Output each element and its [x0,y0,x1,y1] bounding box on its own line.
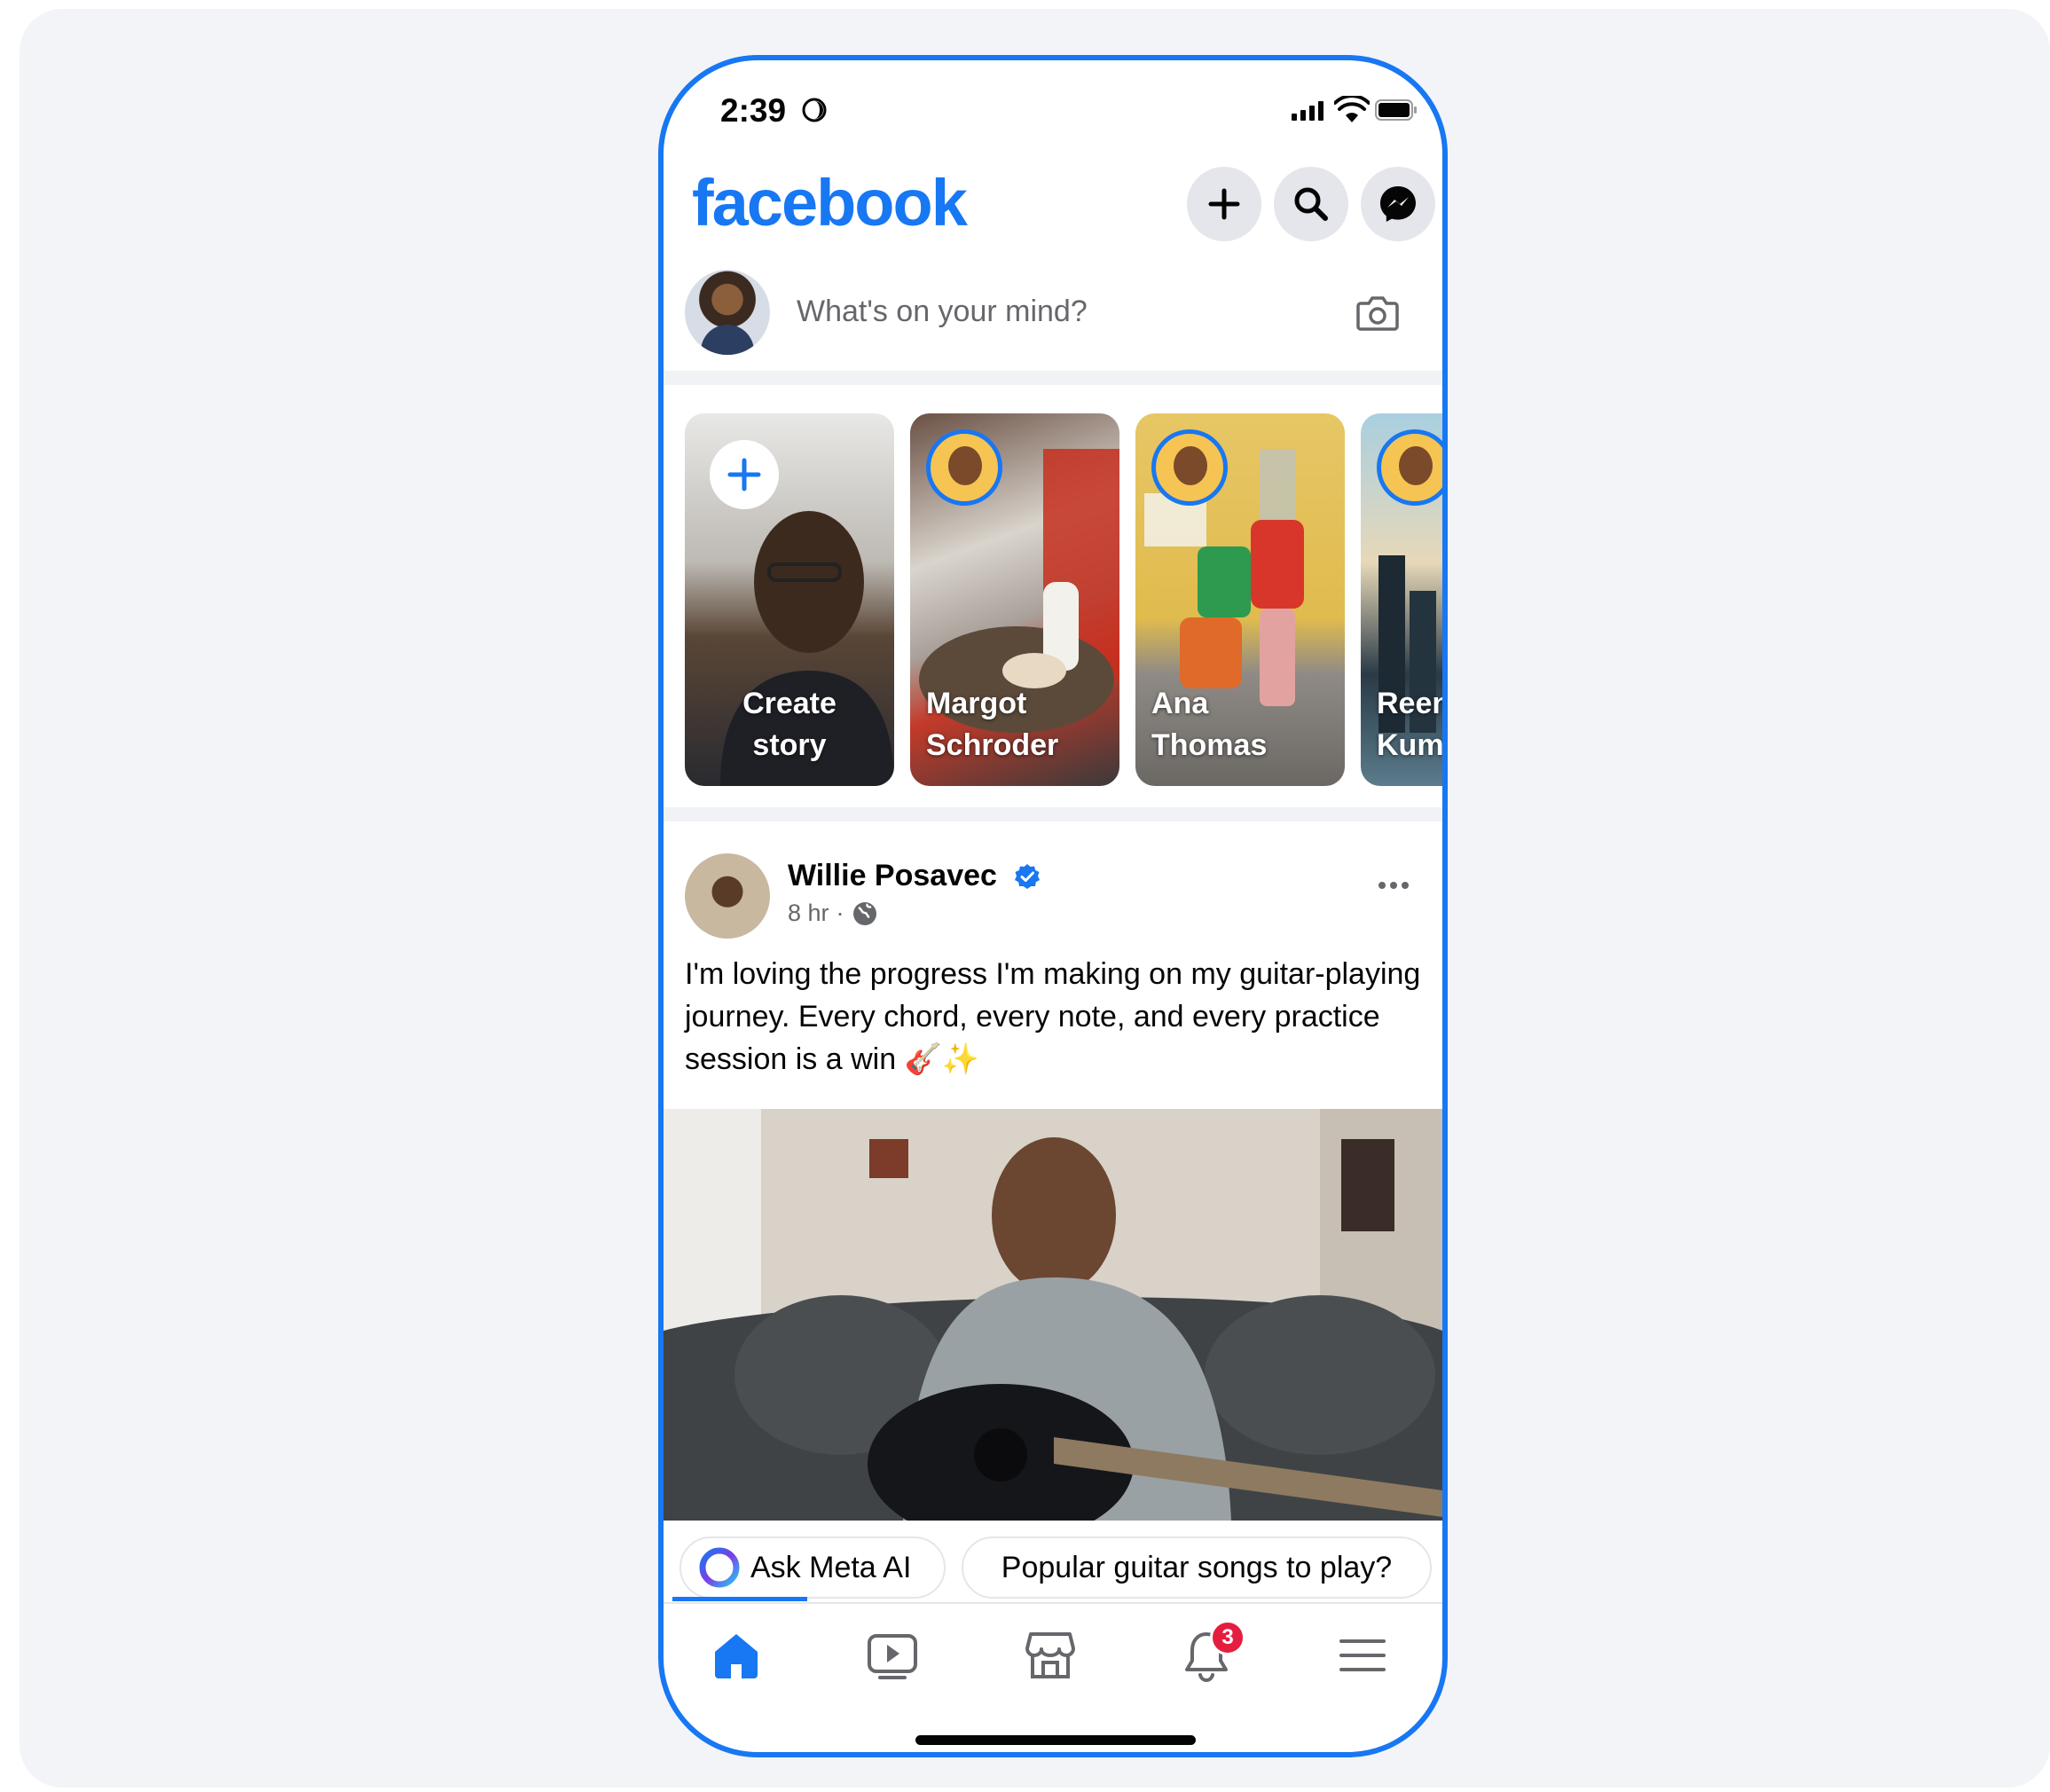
home-indicator[interactable] [915,1735,1196,1745]
more-dot-icon [1390,882,1397,889]
create-story-card[interactable]: Create story [685,413,894,786]
post-author-avatar[interactable] [685,853,770,939]
tab-home[interactable] [683,1613,789,1698]
create-button[interactable] [1187,167,1261,241]
notifications-badge: 3 [1210,1620,1245,1655]
plus-icon [727,458,761,491]
chip-label: Ask Meta AI [750,1550,912,1584]
search-icon [1294,187,1328,221]
video-icon [868,1634,917,1679]
stories-carousel[interactable]: Create story Margot Schroder Ana Thomas … [685,413,1448,786]
section-divider [664,371,1442,385]
post-meta: 8 hr · [788,900,878,927]
tab-menu[interactable] [1309,1613,1416,1698]
guitar-player-photo [664,1109,1442,1521]
meta-separator: · [836,900,844,926]
add-story-button[interactable] [710,440,779,509]
marketplace-icon [1025,1632,1075,1678]
story-label: Reen Kum [1377,687,1448,762]
wifi-icon [1334,96,1370,122]
cellular-signal-icon [1292,101,1323,121]
search-button[interactable] [1274,167,1348,241]
tab-notifications[interactable]: 3 [1153,1613,1260,1698]
battery-icon [1375,99,1417,121]
chip-label: Popular guitar songs to play? [1001,1550,1393,1584]
globe-icon [852,901,876,925]
profile-avatar[interactable] [685,270,770,355]
home-icon [715,1634,758,1678]
more-dot-icon [1378,882,1386,889]
post-author-name[interactable]: Willie Posavec [788,859,997,893]
status-bar: 2:39 [664,60,1442,158]
meta-ai-icon [699,1547,740,1588]
section-divider [664,807,1442,821]
camera-icon[interactable] [1355,293,1400,332]
ask-meta-ai-chip[interactable]: Ask Meta AI [679,1537,946,1599]
post-time[interactable]: 8 hr [788,900,829,927]
messenger-icon [1380,186,1416,222]
more-dot-icon [1402,882,1409,889]
story-label: Create story [742,687,836,762]
hamburger-menu-icon [1339,1639,1386,1671]
status-time: 2:39 [720,92,787,129]
plus-icon [1208,188,1240,220]
story-avatar [1151,429,1228,506]
story-card[interactable]: Margot Schroder [910,413,1119,786]
composer-input[interactable]: What's on your mind? [797,295,1088,329]
post-photo[interactable] [664,1109,1442,1521]
story-label: Margot Schroder [926,687,1059,762]
tab-video[interactable] [839,1613,946,1698]
active-chip-indicator [672,1597,807,1601]
post-more-button[interactable] [1378,882,1409,889]
tab-marketplace[interactable] [997,1613,1104,1698]
tab-bar-divider [664,1602,1442,1604]
phone-frame: 2:39 facebook What's on your mind? Creat… [658,55,1448,1757]
facebook-logo[interactable]: facebook [692,165,968,240]
story-label: Ana Thomas [1151,687,1268,762]
post-body-text: I'm loving the progress I'm making on my… [685,957,1421,1076]
messenger-button[interactable] [1361,167,1435,241]
story-avatar [1377,429,1442,506]
story-card[interactable]: Reen Kum [1361,413,1448,786]
focus-mode-icon [802,98,827,122]
suggested-prompt-chip[interactable]: Popular guitar songs to play? [962,1537,1432,1599]
story-avatar [926,429,1002,506]
story-card[interactable]: Ana Thomas [1135,413,1345,786]
verified-badge-icon [1015,864,1040,889]
